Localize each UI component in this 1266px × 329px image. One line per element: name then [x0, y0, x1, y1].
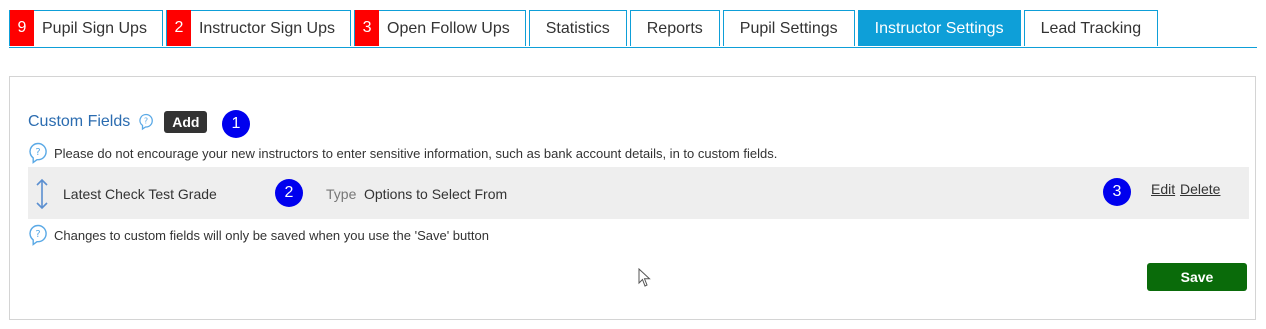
custom-fields-panel: Custom Fields ? Add 1 ? Please do not en… — [9, 76, 1256, 320]
svg-text:?: ? — [35, 147, 40, 158]
tab-reports[interactable]: Reports — [629, 10, 720, 46]
save-button[interactable]: Save — [1147, 263, 1247, 291]
delete-link[interactable]: Delete — [1180, 181, 1220, 197]
count-badge: 3 — [355, 10, 380, 46]
tab-pupil-sign-ups[interactable]: 9 Pupil Sign Ups — [9, 10, 163, 46]
tab-label: Pupil Settings — [739, 19, 838, 37]
tab-label: Statistics — [545, 19, 610, 37]
count-badge: 9 — [10, 10, 34, 46]
tab-label: Instructor Settings — [874, 19, 1004, 37]
tab-statistics[interactable]: Statistics — [528, 10, 627, 46]
tab-label: Instructor Sign Ups — [198, 19, 336, 37]
section-title: Custom Fields — [28, 113, 131, 130]
tab-instructor-settings[interactable]: Instructor Settings — [857, 10, 1021, 46]
tab-bar: 9 Pupil Sign Ups 2 Instructor Sign Ups 3… — [9, 10, 1257, 48]
field-type-value: Options to Select From — [364, 186, 508, 202]
tab-label: Lead Tracking — [1040, 19, 1142, 37]
tab-open-follow-ups[interactable]: 3 Open Follow Ups — [354, 10, 526, 46]
tab-label: Open Follow Ups — [387, 19, 510, 37]
count-badge: 2 — [166, 10, 191, 46]
warning-note-text: Please do not encourage your new instruc… — [54, 145, 778, 161]
svg-text:?: ? — [35, 229, 40, 240]
drag-handle-icon[interactable] — [35, 178, 49, 215]
tab-instructor-sign-ups[interactable]: 2 Instructor Sign Ups — [165, 10, 352, 46]
add-button[interactable]: Add — [164, 111, 208, 133]
help-icon[interactable]: ? — [138, 113, 154, 131]
save-note: ? Changes to custom fields will only be … — [28, 224, 489, 246]
custom-fields-header: Custom Fields ? Add — [28, 111, 208, 133]
tab-label: Pupil Sign Ups — [42, 19, 147, 37]
tab-label: Reports — [646, 19, 703, 37]
field-name: Latest Check Test Grade — [63, 186, 217, 202]
tab-pupil-settings[interactable]: Pupil Settings — [722, 10, 855, 46]
field-type-label: Type — [326, 186, 357, 202]
annotation-marker: 1 — [222, 110, 250, 138]
help-icon: ? — [29, 142, 47, 164]
custom-field-row: Latest Check Test Grade Type Options to … — [28, 167, 1249, 219]
warning-note: ? Please do not encourage your new instr… — [28, 142, 777, 164]
annotation-marker: 2 — [275, 179, 303, 207]
save-note-text: Changes to custom fields will only be sa… — [54, 227, 489, 243]
svg-text:?: ? — [144, 117, 148, 126]
help-icon: ? — [29, 224, 47, 246]
mouse-cursor-icon — [638, 268, 651, 287]
annotation-marker: 3 — [1103, 178, 1131, 206]
edit-link[interactable]: Edit — [1151, 181, 1175, 197]
tab-lead-tracking[interactable]: Lead Tracking — [1023, 10, 1159, 46]
